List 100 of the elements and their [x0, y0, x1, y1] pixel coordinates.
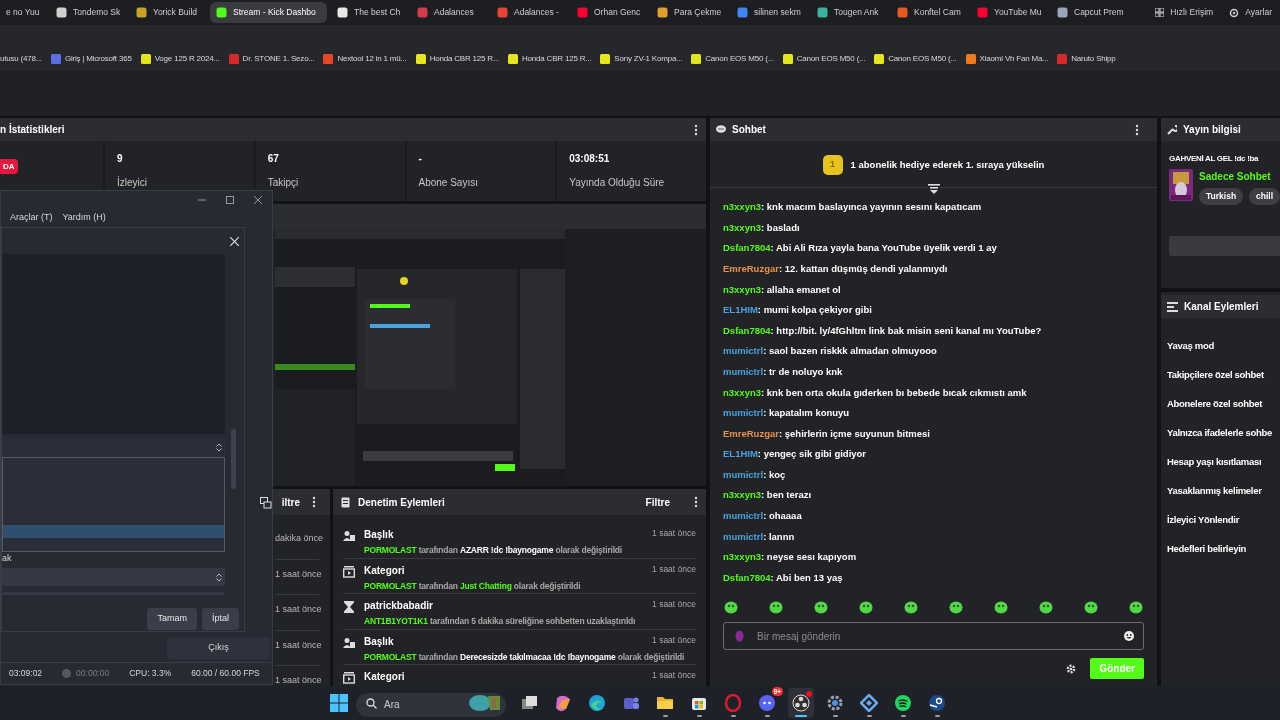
chat-message: n3xxyn3: neyse sesı kapıyom [723, 550, 858, 565]
menu-button[interactable]: Ayarlar [1229, 6, 1272, 19]
stat-label: Abone Sayısı [418, 176, 479, 190]
time-label: 1 saat önce [275, 568, 322, 579]
browser-tab[interactable]: Adalances - [491, 2, 567, 23]
filter-button[interactable]: Filtre [645, 494, 670, 510]
bookmark[interactable]: Canon EOS M50 (... [782, 53, 866, 65]
bookmark[interactable]: utusu (478... [0, 53, 42, 65]
menu-button[interactable]: Hızlı Erişim [1155, 6, 1214, 19]
chat-message: mumictrl: lannn [723, 529, 796, 544]
stat-label: Yayında Olduğu Süre [569, 176, 666, 190]
exit-button[interactable]: Çıkış [167, 637, 270, 659]
time-label: 1 saat önce [275, 675, 322, 685]
status-text: 03:09:02 [9, 667, 43, 680]
stat-value: 67 [267, 152, 280, 166]
chat-message: EL1HIM: mumi kolpa çekiyor gibi [723, 303, 873, 318]
channel-action[interactable]: Abonelere özel sohbet [1167, 397, 1263, 412]
chat-message: EmreRuzgar: 12. kattan düşmüş dendi yalanmıydı [723, 261, 949, 276]
bookmark[interactable]: Honda CBR 125 R... [507, 53, 592, 65]
panel-title: Sohbet [732, 123, 767, 137]
action-description: PORMOLAST tarafından Derecesizde takılmacaa !dc !baynogame olarak değiştirildi [364, 650, 686, 664]
action-heading: Kategori [364, 670, 405, 684]
time-label: 1 saat önce [652, 598, 696, 611]
bookmark[interactable]: Sony ZV-1 Kompa... [600, 53, 683, 65]
chat-message: mumictrl: ohaaaa [723, 509, 803, 524]
message-input[interactable]: Bir mesaj gönderin [723, 622, 1144, 651]
chat-message: n3xxyn3: ben terazı [723, 488, 813, 503]
action-heading: Başlık [364, 528, 394, 542]
bookmark[interactable]: Honda CBR 125 R... [415, 53, 499, 65]
browser-tab[interactable]: Tougen Ank [811, 2, 887, 23]
chat-message: n3xxyn3: allaha emanet ol [723, 282, 842, 297]
browser-tab[interactable]: e no Yuu [0, 2, 46, 23]
channel-action[interactable]: Hedefleri belirleyin [1167, 542, 1246, 557]
dialog-button[interactable]: İptal [202, 608, 239, 630]
action-description: PORMOLAST tarafından Just Chatting olarak değiştirildi [364, 579, 582, 593]
browser-tab[interactable]: Tondemo Sk [50, 2, 126, 23]
stat-value: 03:08:51 [569, 152, 611, 166]
tag-chip[interactable]: chill [1249, 188, 1280, 205]
browser-tab[interactable]: Yorick Build [130, 2, 206, 23]
channel-action[interactable]: Yalnızca ifadelerle sohbe [1167, 426, 1272, 441]
browser-tab[interactable]: Adalances [411, 2, 487, 23]
browser-tab[interactable]: Stream - Kick Dashbo [210, 2, 327, 23]
action-heading: Kategori [364, 563, 405, 578]
bookmark[interactable]: Naruto Shipp [1057, 53, 1116, 65]
menu-item[interactable]: Yardım (H) [62, 210, 106, 225]
browser-tab[interactable]: YouTube Mu [971, 2, 1047, 23]
browser-tab[interactable]: Para Çekme [651, 2, 727, 23]
live-badge: DA [0, 159, 18, 174]
chat-message: mumictrl: koç [723, 467, 787, 482]
time-label: dakika önce [275, 533, 324, 543]
action-heading: Başlık [364, 634, 394, 649]
stat-value: 9 [117, 152, 124, 166]
bookmark[interactable]: Xiaomi Vh Fan Ma... [965, 53, 1049, 65]
channel-action[interactable]: İzleyici Yönlendir [1167, 513, 1240, 528]
chat-message: mumictrl: tr de noluyo knk [723, 364, 844, 379]
stat-label: İzleyici [117, 175, 148, 190]
channel-action[interactable]: Hesap yaşı kısıtlaması [1167, 455, 1262, 470]
chat-message: n3xxyn3: basladı [723, 220, 801, 235]
category-link[interactable]: Sadece Sohbet [1199, 169, 1280, 184]
stat-label: Takipçi [267, 176, 300, 190]
status-text: 60.00 / 60.00 FPS [191, 667, 260, 680]
chat-message: n3xxyn3: knk ben orta okula gıderken bı bebede bıcak cıkmıstı amk [723, 385, 1028, 400]
action-description: ANT1B1YOT1K1 tarafından 5 dakika süreliğine sohbetten uzaklaştırıldı [364, 615, 637, 628]
field-label: ak [2, 552, 13, 565]
status-text: 00:00:00 [76, 667, 110, 680]
time-label: 1 saat önce [652, 633, 696, 647]
chat-message: Dsfan7804: Abi Ali Rıza yayla bana YouTube üyelik verdi 1 ay [723, 241, 998, 256]
panel-title: Denetim Eylemleri [358, 495, 446, 510]
time-label: 1 saat önce [652, 562, 696, 576]
action-heading: patrickbabadir [364, 599, 433, 613]
panel-title: Kanal Eylemleri [1184, 300, 1259, 314]
channel-action[interactable]: Yasaklanmış kelimeler [1167, 484, 1262, 499]
panel-title: Yayın bilgisi [1183, 123, 1241, 137]
bookmark[interactable]: Canon EOS M50 (... [691, 53, 774, 65]
channel-action[interactable]: Takipçilere özel sohbet [1167, 368, 1264, 383]
browser-tab[interactable]: Konftel Cam [891, 2, 967, 23]
action-description: PORMOLAST tarafından AZARR !dc !baynogame olarak değiştirildi [364, 544, 623, 557]
time-label: 1 saat önce [275, 639, 322, 650]
dialog-button[interactable]: Tamam [147, 608, 197, 630]
bookmark[interactable]: Canon EOS M50 (... [874, 53, 957, 65]
channel-action[interactable]: Yavaş mod [1167, 339, 1214, 354]
bookmark[interactable]: Dr. STONE 1. Sezo... [228, 53, 315, 65]
menu-item[interactable]: Araçlar (T) [10, 210, 53, 225]
browser-tab[interactable]: Capcut Prem [1051, 2, 1127, 23]
tag-chip[interactable]: Turkish [1199, 188, 1244, 205]
panel-title: n İstatistikleri [0, 122, 65, 137]
browser-tab[interactable]: Orhan Genc [571, 2, 647, 23]
chat-message: mumictrl: kapatalım konuyu [723, 406, 851, 421]
browser-tab[interactable]: silinen sekm [731, 2, 807, 23]
chat-message: EL1HIM: yengeç sik gibi gidiyor [723, 447, 868, 462]
bookmark[interactable]: Giriş | Microsoft 365 [50, 53, 132, 65]
time-label: 1 saat önce [652, 527, 696, 540]
time-label: 1 saat önce [275, 604, 322, 614]
browser-tab[interactable]: The best Ch [331, 2, 407, 23]
chat-message: Dsfan7804: Abi ben 13 yaş [723, 570, 844, 585]
bookmark[interactable]: Nextool 12 in 1 mü... [323, 53, 407, 65]
panel-title: iltre [281, 495, 300, 510]
chat-message: Dsfan7804: http://bit. ly/4fGhltm link bak misin seni kanal mı YouTube? [723, 323, 1043, 338]
bookmark[interactable]: Voge 125 R 2024... [140, 53, 220, 65]
stream-title: GAHVENİ AL GEL !dc !ba [1169, 153, 1259, 165]
